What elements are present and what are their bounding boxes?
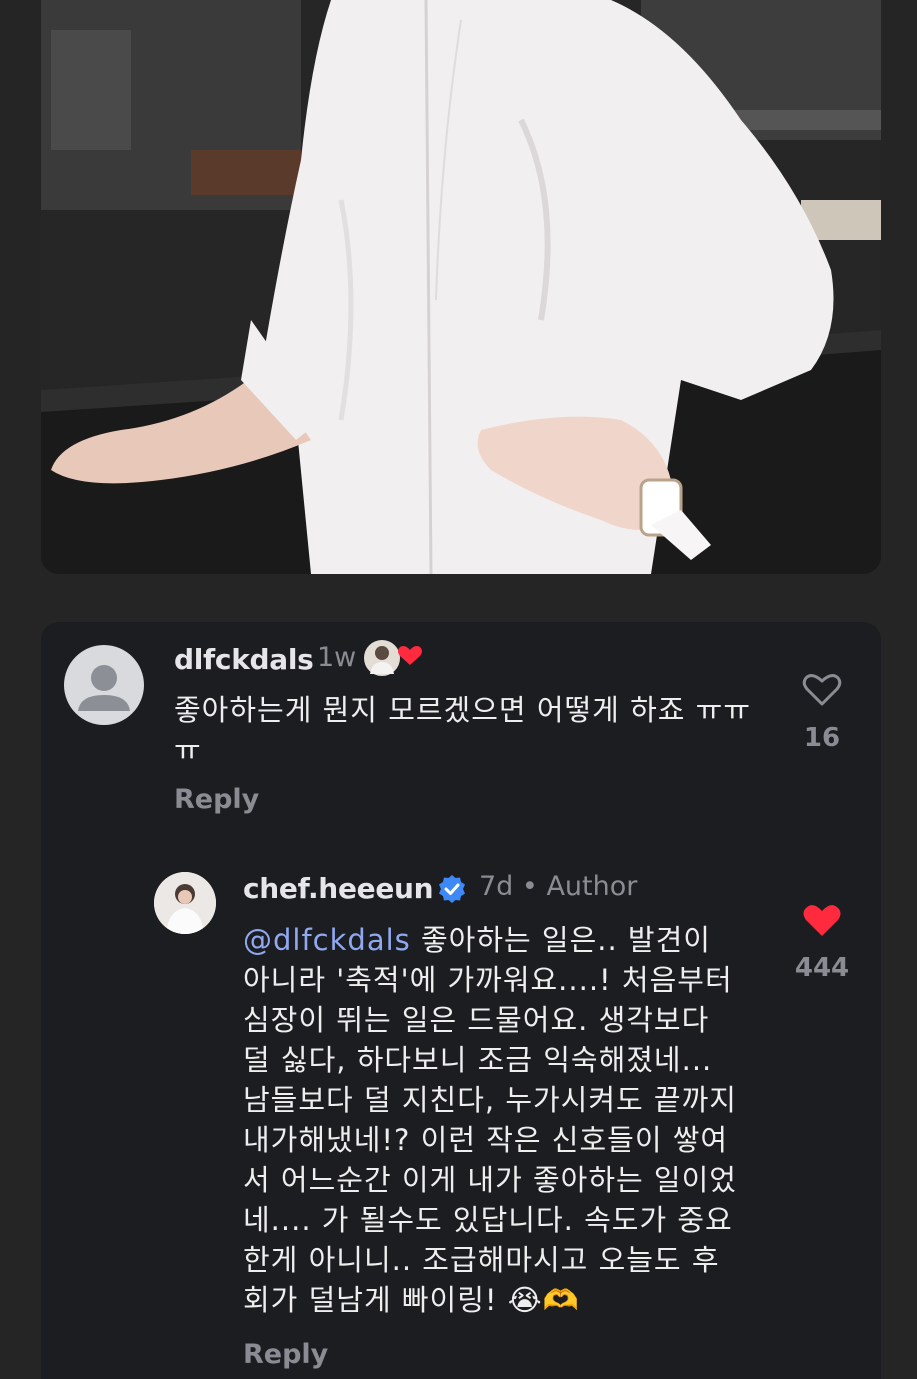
reply-line-6: 내가해냈네!? 이런 작은 신호들이 쌓여: [243, 1123, 729, 1157]
meta-separator: •: [521, 871, 538, 902]
comment-thread: dlfckdals 1w 좋아하는게 뭔지 모르겠으면 어떻게 하죠 ㅠㅠㅠ R…: [41, 622, 881, 1379]
reply-line-2: 아니라 '축적'에 가까워요....! 처음부터: [243, 963, 733, 997]
author-badge: Author: [546, 871, 638, 902]
like-button-author[interactable]: [802, 902, 842, 938]
reply-time: 7d • Author: [479, 871, 637, 902]
reply-button[interactable]: Reply: [174, 784, 259, 815]
reply-text: @dlfckdals 좋아하는 일은.. 발견이 아니라 '축적'에 가까워요.…: [243, 920, 783, 1320]
heart-hands-emoji: 🫶: [542, 1283, 580, 1317]
heart-filled-icon: [803, 905, 841, 936]
heart-filled-icon: [398, 646, 422, 665]
reply-time-value: 7d: [479, 871, 514, 902]
chef-avatar-image: [154, 872, 216, 934]
like-button[interactable]: [802, 671, 842, 707]
comment-username[interactable]: dlfckdals: [174, 643, 314, 676]
person-icon: [78, 665, 130, 711]
crying-emoji: 😭: [507, 1283, 543, 1317]
like-count-author: 444: [794, 953, 850, 983]
heart-outline-icon: [802, 674, 842, 706]
chef-photo-illustration: [41, 0, 881, 574]
author-liked-indicator: [362, 636, 422, 680]
reply-button-author[interactable]: Reply: [243, 1339, 328, 1370]
post-photo[interactable]: [41, 0, 881, 574]
threads-post-view: dlfckdals 1w 좋아하는게 뭔지 모르겠으면 어떻게 하죠 ㅠㅠㅠ R…: [0, 0, 917, 1379]
reply-username[interactable]: chef.heeeun: [243, 872, 434, 905]
comment-text: 좋아하는게 뭔지 모르겠으면 어떻게 하죠 ㅠㅠㅠ: [174, 693, 752, 767]
reply-line-1: 좋아하는 일은.. 발견이: [410, 923, 711, 957]
verified-badge-icon: [437, 874, 467, 904]
like-count: 16: [803, 723, 841, 753]
reply-line-7: 서 어느순간 이게 내가 좋아하는 일이었: [243, 1163, 737, 1197]
reply-line-9: 한게 아니니.. 조급해마시고 오늘도 후: [243, 1243, 720, 1277]
reply-line-4: 덜 싫다, 하다보니 조금 익숙해졌네...: [243, 1043, 713, 1077]
mention-link[interactable]: @dlfckdals: [243, 923, 411, 957]
reply-line-3: 심장이 뛰는 일은 드물어요. 생각보다: [243, 1003, 710, 1037]
author-avatar[interactable]: [154, 872, 216, 934]
reply-line-8: 네.... 가 될수도 있답니다. 속도가 중요: [243, 1203, 733, 1237]
comment-time: 1w: [317, 642, 357, 673]
reply-line-10: 회가 덜남게 빠이링!: [243, 1283, 498, 1317]
reply-line-5: 남들보다 덜 지친다, 누가시켜도 끝까지: [243, 1083, 737, 1117]
default-avatar[interactable]: [64, 645, 144, 725]
